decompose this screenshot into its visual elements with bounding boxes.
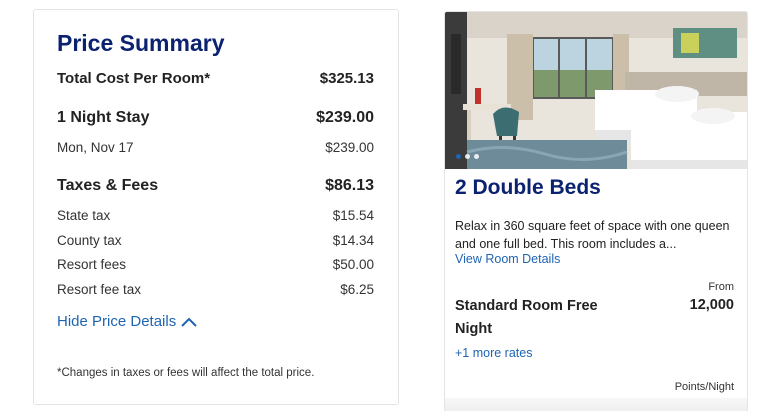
total-cost-row: Total Cost Per Room* $325.13 [57,70,374,87]
night-price: $239.00 [325,140,374,155]
view-room-details-link[interactable]: View Room Details [455,252,560,266]
fee-label: Resort fee tax [57,282,142,297]
more-rates-link[interactable]: +1 more rates [455,346,532,360]
stay-value: $239.00 [316,109,374,126]
hide-price-details-label: Hide Price Details [57,313,177,330]
carousel-dot[interactable] [465,154,470,159]
photo-carousel-dots[interactable] [456,154,479,159]
fee-label: State tax [57,208,111,223]
fee-row: County tax $14.34 [57,233,374,248]
fee-label: County tax [57,233,122,248]
price-footnote: *Changes in taxes or fees will affect th… [57,367,315,379]
fee-row: State tax $15.54 [57,208,374,223]
taxes-label: Taxes & Fees [57,177,159,194]
hide-price-details-link[interactable]: Hide Price Details [57,313,198,330]
fee-row: Resort fees $50.00 [57,257,374,272]
rate-name[interactable]: Standard Room Free Night [455,295,625,341]
fee-value: $15.54 [332,208,374,223]
room-description: Relax in 360 square feet of space with o… [455,219,730,251]
carousel-dot[interactable] [474,154,479,159]
fee-value: $50.00 [332,257,374,272]
room-card: 2 Double Beds Relax in 360 square feet o… [444,11,748,411]
fee-row: Resort fee tax $6.25 [57,282,374,297]
rate-from-label: From [708,281,734,293]
rate-points: 12,000 [689,297,734,313]
points-per-night-label: Points/Night [674,381,734,393]
stay-label: 1 Night Stay [57,109,150,126]
rate-fade-divider [445,398,747,411]
room-photo-image [445,12,747,169]
taxes-row: Taxes & Fees $86.13 [57,177,374,195]
fee-value: $6.25 [340,282,374,297]
price-summary-title: Price Summary [57,30,225,56]
chevron-up-icon [181,317,197,327]
room-title: 2 Double Beds [455,176,601,199]
total-cost-value: $325.13 [319,70,374,87]
taxes-value: $86.13 [325,177,374,194]
night-date: Mon, Nov 17 [57,140,134,155]
carousel-dot[interactable] [456,154,461,159]
fee-value: $14.34 [332,233,374,248]
night-row: Mon, Nov 17 $239.00 [57,140,374,155]
price-summary-card: Price Summary Total Cost Per Room* $325.… [33,9,399,405]
total-cost-label: Total Cost Per Room* [57,70,211,87]
fee-label: Resort fees [57,257,127,272]
room-photo[interactable] [445,12,747,169]
stay-row: 1 Night Stay $239.00 [57,109,374,127]
